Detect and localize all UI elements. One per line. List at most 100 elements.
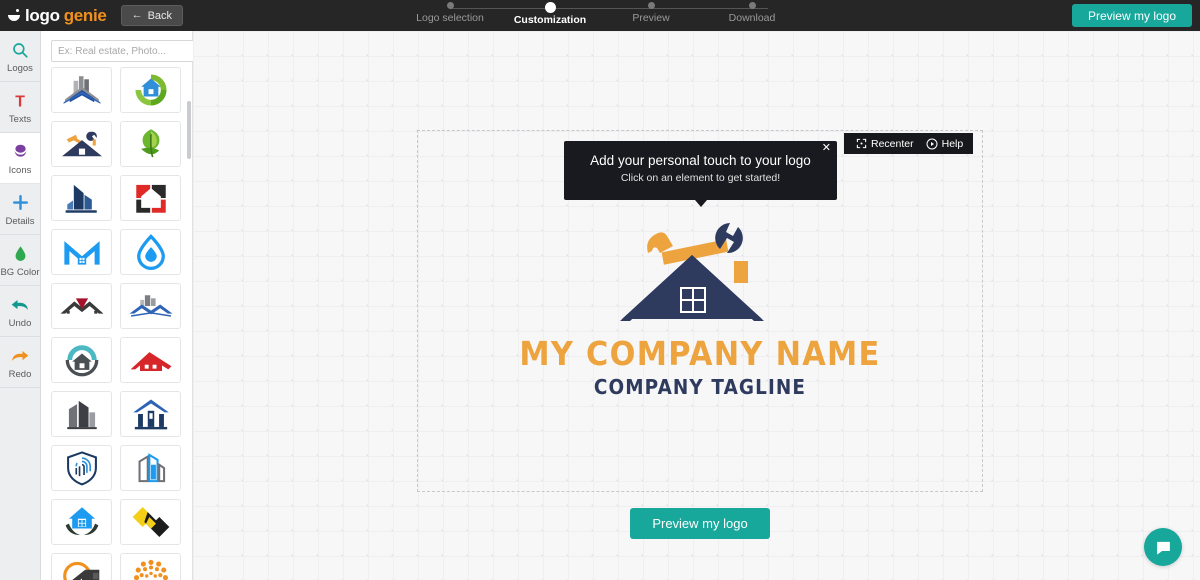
step-label: Logo selection — [416, 12, 484, 24]
m-house-icon — [63, 241, 100, 265]
close-icon[interactable]: ✕ — [822, 143, 831, 154]
sidebar-item-undo[interactable]: Undo — [0, 286, 40, 337]
droplet-icon — [12, 243, 29, 265]
house-hammer-wrench-icon — [620, 223, 764, 321]
truck-circle-icon — [62, 561, 99, 580]
thumbnail-house-tools[interactable] — [51, 121, 112, 167]
thumbnail-towers-grey[interactable] — [51, 391, 112, 437]
sunburst-icon — [133, 559, 168, 580]
search-icon — [11, 39, 29, 61]
search-row — [51, 40, 208, 62]
house-hands-icon — [65, 507, 98, 536]
thumbnail-house-pillars[interactable] — [120, 391, 181, 437]
red-house-icon — [130, 352, 171, 371]
help-label: Help — [941, 137, 964, 150]
sidebar-item-label: BG Color — [0, 266, 40, 278]
sidebar-item-bg-color[interactable]: BG Color — [0, 235, 40, 286]
logo-tagline[interactable]: COMPANY TAGLINE — [440, 375, 961, 399]
canvas-controls-bar: Recenter Help — [844, 133, 974, 154]
preview-my-logo-button-top[interactable]: Preview my logo — [1071, 4, 1192, 27]
preview-button-label: Preview my logo — [1087, 8, 1176, 23]
fingerprint-shield-icon — [66, 451, 97, 486]
thumbnail-leaf-sprout[interactable] — [120, 121, 181, 167]
step-logo-selection[interactable]: Logo selection — [395, 2, 505, 24]
thumbnail-skyline-navy[interactable] — [51, 175, 112, 221]
sidebar-item-redo[interactable]: Redo — [0, 337, 40, 388]
recenter-icon — [856, 138, 867, 149]
thumbnail-fingerprint-shield[interactable] — [51, 445, 112, 491]
logo-artwork[interactable] — [612, 217, 782, 327]
top-bar: logo genie ← Back Logo selection Customiz… — [0, 0, 1200, 31]
recenter-button[interactable]: Recenter — [856, 138, 914, 150]
step-download[interactable]: Download — [697, 2, 807, 24]
thumbnail-scroll-area[interactable] — [41, 67, 193, 580]
sidebar-item-icons[interactable]: Icons — [0, 133, 40, 184]
chat-support-button[interactable] — [1144, 528, 1182, 566]
logo-company-name[interactable]: MY COMPANY NAME — [440, 334, 961, 373]
sidebar-item-texts[interactable]: T Texts — [0, 82, 40, 133]
skyline-icon — [65, 184, 97, 213]
brand-text-genie: genie — [63, 5, 107, 25]
sidebar-item-label: Icons — [8, 164, 32, 176]
svg-text:T: T — [15, 93, 25, 110]
thumbnail-truck-orange[interactable] — [51, 553, 112, 580]
genie-lamp-icon — [8, 9, 21, 22]
diamond-link-icon — [132, 507, 169, 537]
panel-scrollbar[interactable] — [187, 101, 191, 159]
arrow-left-icon: ← — [131, 9, 143, 21]
thumbnail-house-blocks-red[interactable] — [120, 175, 181, 221]
logo-browser-panel — [41, 31, 208, 580]
tooltip-subtitle: Click on an element to get started! — [620, 172, 781, 184]
step-dot-icon — [446, 2, 454, 9]
preview-my-logo-button-bottom[interactable]: Preview my logo — [630, 508, 770, 539]
thumbnail-sunburst-orange[interactable] — [120, 553, 181, 580]
thumbnail-diamond-link[interactable] — [120, 499, 181, 545]
thumbnail-red-house[interactable] — [120, 337, 181, 383]
thumbnail-red-roof[interactable] — [51, 283, 112, 329]
thumbnail-buildings-roof[interactable] — [51, 67, 112, 113]
towers-icon — [66, 400, 97, 430]
step-label: Customization — [513, 14, 587, 26]
house-circle-icon — [134, 74, 167, 106]
sidebar-item-logos[interactable]: Logos — [0, 31, 40, 82]
thumbnail-water-drop[interactable] — [120, 229, 181, 275]
preview-button-label: Preview my logo — [652, 516, 748, 531]
step-customization[interactable]: Customization — [495, 2, 605, 26]
tooltip-arrow — [694, 200, 707, 207]
tooltip-title: Add your personal touch to your logo — [590, 153, 811, 168]
sidebar-item-details[interactable]: Details — [0, 184, 40, 235]
step-preview[interactable]: Preview — [596, 2, 706, 24]
house-pillars-icon — [132, 399, 169, 430]
sidebar-item-label: Redo — [8, 368, 32, 380]
thumbnail-m-house-blue[interactable] — [51, 229, 112, 275]
red-roof-icon — [60, 298, 103, 314]
step-label: Preview — [632, 12, 670, 24]
play-circle-icon — [926, 138, 938, 149]
logo-canvas[interactable]: Recenter Help ✕ Add your personal touch … — [193, 31, 1200, 580]
thumbnail-city-roof[interactable] — [120, 283, 181, 329]
thumbnail-house-circle-green[interactable] — [120, 67, 181, 113]
city-roof-icon — [129, 295, 172, 317]
search-input[interactable] — [51, 40, 196, 62]
thumbnail-house-hands[interactable] — [51, 499, 112, 545]
chat-bubble-icon — [1156, 541, 1170, 555]
text-t-icon: T — [11, 90, 29, 112]
water-drop-icon — [136, 234, 165, 270]
tool-rail: Logos T Texts Icons Details BG Color Und… — [0, 31, 41, 580]
thumbnail-house-circle-teal[interactable] — [51, 337, 112, 383]
sidebar-item-label: Texts — [8, 113, 32, 125]
step-label: Download — [728, 12, 776, 24]
sidebar-item-label: Details — [5, 215, 35, 227]
back-button-label: Back — [147, 9, 173, 22]
buildings-outline-icon — [138, 453, 165, 483]
back-button[interactable]: ← Back — [120, 5, 184, 26]
recenter-label: Recenter — [871, 137, 914, 150]
app-logo[interactable]: logo genie — [8, 6, 107, 26]
buildings-roof-icon — [63, 76, 100, 104]
house-circle-teal-icon — [65, 345, 98, 377]
leaf-sprout-icon — [140, 129, 159, 158]
step-dot-icon — [544, 2, 556, 13]
help-button[interactable]: Help — [926, 137, 964, 150]
plus-icon — [11, 192, 30, 214]
thumbnail-buildings-outline[interactable] — [120, 445, 181, 491]
